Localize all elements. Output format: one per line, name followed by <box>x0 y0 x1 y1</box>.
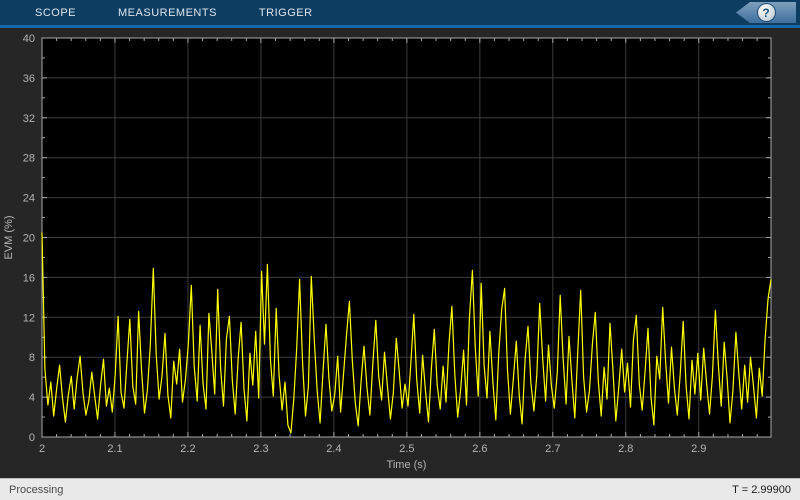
svg-text:2.2: 2.2 <box>180 443 195 455</box>
help-chevron: ? <box>736 2 796 23</box>
status-bar: Processing T = 2.99900 <box>0 478 800 500</box>
tab-scope[interactable]: SCOPE <box>35 7 76 19</box>
svg-text:28: 28 <box>23 153 35 165</box>
svg-text:2.9: 2.9 <box>691 443 706 455</box>
svg-text:2: 2 <box>39 443 45 455</box>
toolbar-tabs: SCOPE MEASUREMENTS TRIGGER <box>0 7 313 19</box>
svg-text:32: 32 <box>23 113 35 125</box>
svg-text:2.5: 2.5 <box>399 443 414 455</box>
svg-text:20: 20 <box>23 233 35 245</box>
svg-text:2.7: 2.7 <box>545 443 560 455</box>
svg-text:2.6: 2.6 <box>472 443 487 455</box>
svg-text:16: 16 <box>23 272 35 284</box>
scope-window: SCOPE MEASUREMENTS TRIGGER ? 2 2.1 2.2 2.3 2… <box>0 0 800 500</box>
svg-text:40: 40 <box>23 33 35 45</box>
tab-trigger[interactable]: TRIGGER <box>259 7 313 19</box>
svg-text:2.4: 2.4 <box>326 443 341 455</box>
scope-display[interactable]: 2 2.1 2.2 2.3 2.4 2.5 2.6 2.7 2.8 2.9 0 4 8 12 16 20 24 2… <box>0 28 800 478</box>
status-message: Processing <box>9 483 64 496</box>
question-mark-icon[interactable]: ? <box>756 3 776 22</box>
evm-time-plot: 2 2.1 2.2 2.3 2.4 2.5 2.6 2.7 2.8 2.9 0 4 8 12 16 20 24 2… <box>3 33 772 471</box>
svg-text:2.8: 2.8 <box>618 443 633 455</box>
tab-measurements[interactable]: MEASUREMENTS <box>118 7 217 19</box>
svg-text:2.1: 2.1 <box>107 443 122 455</box>
svg-text:36: 36 <box>23 73 35 85</box>
svg-text:24: 24 <box>23 193 35 205</box>
simulation-time: T = 2.99900 <box>732 483 791 496</box>
svg-text:Time (s): Time (s) <box>387 459 427 471</box>
svg-text:12: 12 <box>23 312 35 324</box>
svg-text:2.3: 2.3 <box>253 443 268 455</box>
svg-text:8: 8 <box>29 352 35 364</box>
svg-text:EVM (%): EVM (%) <box>3 216 15 260</box>
svg-text:4: 4 <box>29 392 35 404</box>
toolbar: SCOPE MEASUREMENTS TRIGGER ? <box>0 0 800 25</box>
svg-text:0: 0 <box>29 432 35 444</box>
